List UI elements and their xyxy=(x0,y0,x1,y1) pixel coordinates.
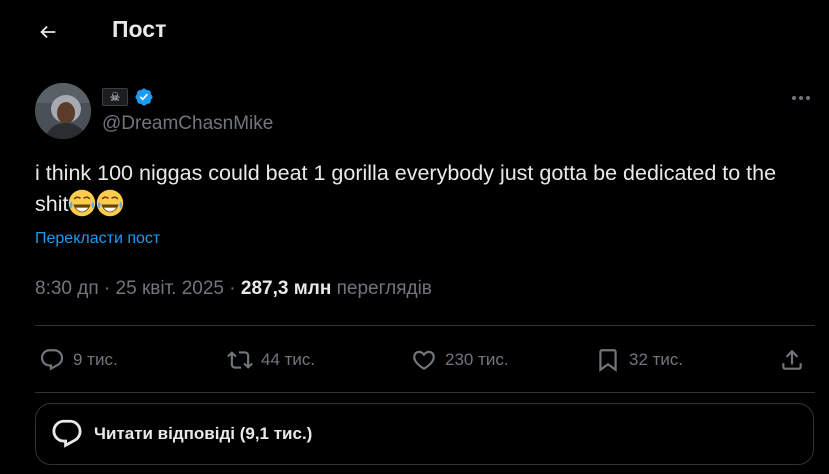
action-bar: 9 тис. 44 тис. 230 тис. 32 тис. xyxy=(35,340,815,380)
author-handle[interactable]: @DreamChasnMike xyxy=(102,113,273,135)
page-title: Пост xyxy=(112,16,167,42)
read-replies-button[interactable]: Читати відповіді (9,1 тис.) xyxy=(35,403,814,465)
reply-button[interactable]: 9 тис. xyxy=(39,340,118,380)
more-icon-dot xyxy=(792,96,796,100)
meta-separator: · xyxy=(103,278,111,299)
like-button[interactable]: 230 тис. xyxy=(411,340,509,380)
views-count[interactable]: 287,3 млн xyxy=(241,278,331,299)
bookmark-button[interactable]: 32 тис. xyxy=(595,340,683,380)
share-icon xyxy=(782,349,802,370)
translate-post-link[interactable]: Перекласти пост xyxy=(35,230,160,248)
share-button[interactable] xyxy=(779,340,805,380)
verified-badge-icon[interactable] xyxy=(134,87,154,107)
divider xyxy=(35,325,815,326)
laughing-emoji-icon xyxy=(69,189,96,217)
repost-count: 44 тис. xyxy=(261,350,316,369)
post-meta: 8:30 дп · 25 квіт. 2025 · 287,3 млн пере… xyxy=(35,278,432,300)
meta-separator: · xyxy=(229,278,236,299)
like-icon xyxy=(413,350,435,370)
back-button[interactable] xyxy=(30,14,66,50)
avatar-image-icon xyxy=(35,83,91,139)
tweet-text: i think 100 niggas could beat 1 gorilla … xyxy=(35,158,815,220)
author-name-row: ☠ xyxy=(102,87,154,107)
views-label: переглядів xyxy=(336,278,432,299)
more-options-button[interactable] xyxy=(786,88,816,108)
laughing-emoji-icon xyxy=(97,189,124,217)
bookmark-count: 32 тис. xyxy=(629,350,684,369)
back-arrow-icon xyxy=(40,25,56,39)
repost-button[interactable]: 44 тис. xyxy=(227,340,315,380)
more-icon-dot xyxy=(799,96,803,100)
post-date[interactable]: 25 квіт. 2025 xyxy=(116,278,224,299)
reply-icon xyxy=(40,349,64,371)
display-name[interactable]: ☠ xyxy=(102,88,128,106)
like-count: 230 тис. xyxy=(445,350,509,369)
replies-bubble-icon xyxy=(52,419,82,448)
bookmark-icon xyxy=(599,349,617,372)
tweet-body: i think 100 niggas could beat 1 gorilla … xyxy=(35,161,777,216)
reply-count: 9 тис. xyxy=(73,350,118,369)
repost-icon xyxy=(227,351,253,369)
top-bar: Пост xyxy=(0,0,829,62)
more-icon-dot xyxy=(806,96,810,100)
divider xyxy=(35,392,815,393)
post-time[interactable]: 8:30 дп xyxy=(35,278,99,299)
skull-flag-icon: ☠ xyxy=(109,90,121,104)
avatar[interactable] xyxy=(35,83,91,139)
read-replies-label: Читати відповіді (9,1 тис.) xyxy=(94,424,313,443)
